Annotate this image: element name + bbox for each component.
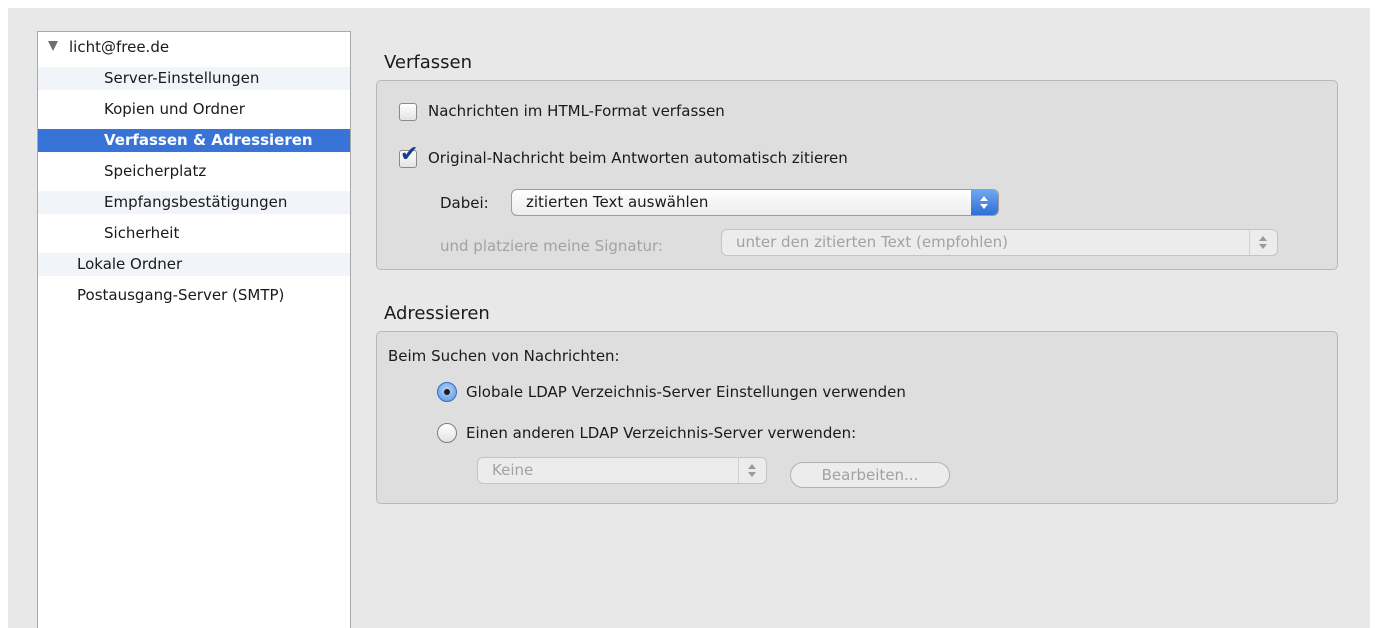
tree-item-label: Lokale Ordner [77, 255, 183, 273]
tree-item-copies-folders[interactable]: Kopien und Ordner [38, 98, 350, 121]
html-format-checkbox[interactable] [399, 103, 417, 121]
tree-item-label: Postausgang-Server (SMTP) [77, 286, 285, 304]
tree-item-label: Sicherheit [104, 224, 180, 242]
other-ldap-radio[interactable] [437, 423, 457, 443]
directory-server-popup[interactable]: Keine [477, 457, 767, 484]
compose-section-title: Verfassen [384, 52, 472, 73]
signature-position-value: unter den zitierten Text (empfohlen) [736, 233, 1008, 251]
tree-item-label: Empfangsbestätigungen [104, 193, 288, 211]
tree-item-label: Server-Einstellungen [104, 69, 260, 87]
tree-item-local-folders[interactable]: Lokale Ordner [38, 253, 350, 276]
tree-item-smtp[interactable]: Postausgang-Server (SMTP) [38, 284, 350, 307]
html-format-label[interactable]: Nachrichten im HTML-Format verfassen [428, 102, 725, 120]
dabei-label: Dabei: [440, 194, 489, 212]
tree-item-label: Verfassen & Adressieren [104, 131, 313, 149]
other-ldap-label[interactable]: Einen anderen LDAP Verzeichnis-Server ve… [466, 424, 856, 442]
search-label: Beim Suchen von Nachrichten: [388, 347, 620, 365]
auto-quote-label[interactable]: Original-Nachricht beim Antworten automa… [428, 149, 848, 167]
popup-arrows-icon [738, 458, 766, 483]
edit-directories-button[interactable]: Bearbeiten... [790, 462, 950, 488]
tree-item-label: Kopien und Ordner [104, 100, 245, 118]
tree-item-security[interactable]: Sicherheit [38, 222, 350, 245]
global-ldap-radio[interactable] [437, 382, 457, 402]
signature-label: und platziere meine Signatur: [440, 237, 663, 255]
auto-quote-checkbox[interactable]: ✔ [399, 144, 418, 168]
popup-arrows-icon [971, 190, 998, 215]
directory-server-value: Keine [492, 461, 534, 479]
quote-mode-value: zitierten Text auswählen [526, 193, 709, 211]
tree-item-compose-addressing[interactable]: Verfassen & Adressieren [38, 129, 350, 152]
tree-item-account[interactable]: licht@free.de [38, 36, 350, 59]
tree-item-label: Speicherplatz [104, 162, 207, 180]
checkmark-icon: ✔ [400, 142, 419, 167]
signature-position-popup[interactable]: unter den zitierten Text (empfohlen) [721, 229, 1278, 256]
tree-item-return-receipts[interactable]: Empfangsbestätigungen [38, 191, 350, 214]
disclosure-triangle-icon[interactable] [48, 41, 58, 51]
addressing-section-title: Adressieren [384, 303, 490, 324]
tree-item-disk-space[interactable]: Speicherplatz [38, 160, 350, 183]
tree-item-server-settings[interactable]: Server-Einstellungen [38, 67, 350, 90]
account-label: licht@free.de [69, 38, 170, 56]
popup-arrows-icon [1249, 230, 1277, 255]
global-ldap-label[interactable]: Globale LDAP Verzeichnis-Server Einstell… [466, 383, 906, 401]
quote-mode-popup[interactable]: zitierten Text auswählen [511, 189, 999, 216]
account-tree[interactable]: licht@free.de Server-Einstellungen Kopie… [37, 31, 351, 628]
